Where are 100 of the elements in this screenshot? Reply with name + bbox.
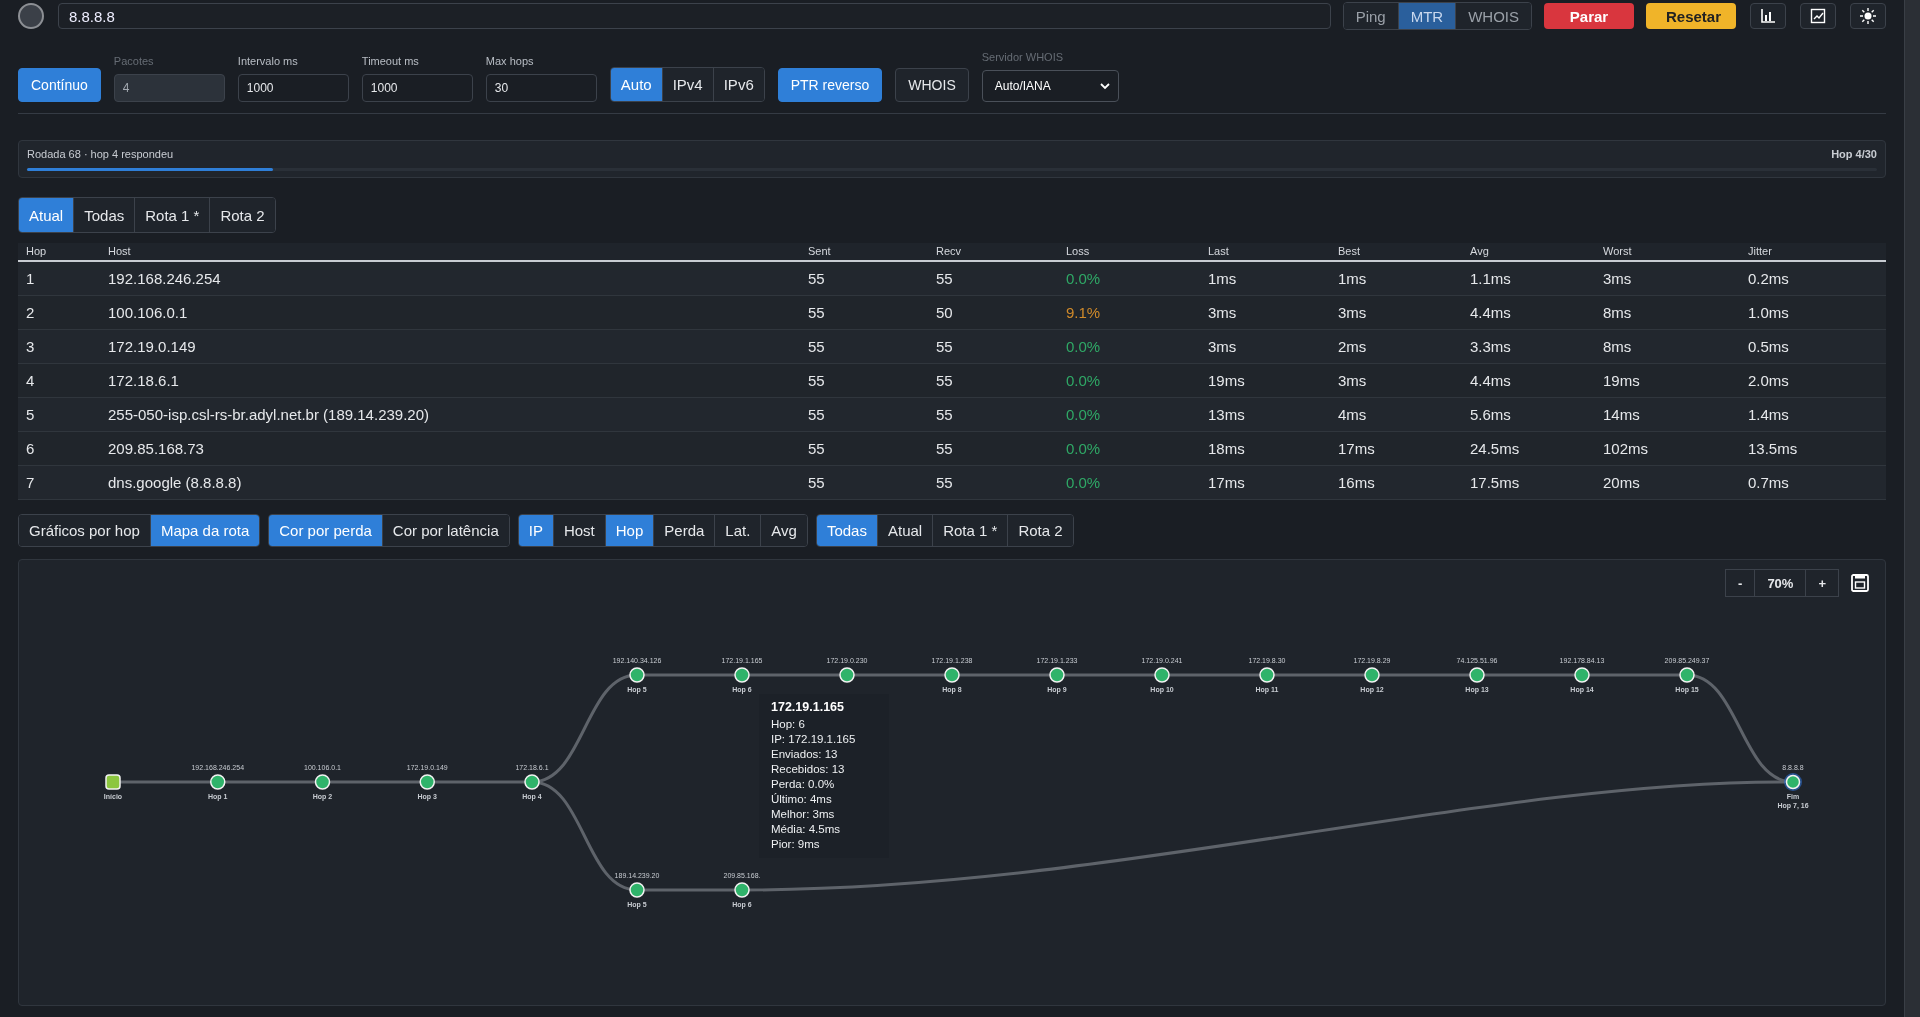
view-option[interactable]: IP bbox=[518, 515, 554, 546]
column-header[interactable]: Last bbox=[1200, 243, 1330, 260]
number-input[interactable]: 1000 bbox=[361, 74, 473, 102]
hop-node[interactable] bbox=[524, 774, 540, 790]
brightness-icon[interactable] bbox=[1850, 3, 1886, 29]
view-option[interactable]: Avg bbox=[761, 515, 807, 546]
table-cell-text: 100.106.0.1 bbox=[107, 304, 189, 321]
table-cell-text: 3ms bbox=[1337, 372, 1368, 389]
number-input[interactable]: 1000 bbox=[237, 74, 349, 102]
tooltip-line: Melhor: 3ms bbox=[771, 808, 836, 820]
table-cell-text: 172.19.0.149 bbox=[107, 338, 197, 355]
view-option[interactable]: Atual bbox=[877, 515, 934, 546]
end-node[interactable] bbox=[1784, 773, 1802, 791]
column-header[interactable]: Best bbox=[1330, 243, 1462, 260]
table-cell-text: 50 bbox=[935, 304, 954, 321]
column-header[interactable]: Host bbox=[100, 243, 800, 260]
loss-cell-text: 0.0% bbox=[1065, 372, 1102, 389]
route-tab[interactable]: Rota 1 * bbox=[135, 198, 211, 232]
zoom-out-button[interactable]: - bbox=[1725, 569, 1756, 597]
column-header[interactable]: Hop bbox=[18, 243, 100, 260]
zoom-in-button[interactable]: + bbox=[1805, 569, 1839, 597]
view-option[interactable]: Host bbox=[553, 515, 606, 546]
hop-node[interactable] bbox=[1574, 667, 1590, 683]
table-cell-text: 3ms bbox=[1602, 270, 1633, 287]
ip-version-tab[interactable]: Auto bbox=[610, 68, 663, 101]
hop-node[interactable] bbox=[1049, 667, 1065, 683]
ip-version-tab[interactable]: IPv4 bbox=[662, 68, 714, 101]
table-cell-text: 19ms bbox=[1207, 372, 1246, 389]
hop-node[interactable] bbox=[839, 667, 855, 683]
bar-chart-icon[interactable] bbox=[1750, 3, 1786, 29]
tooltip-line: Último: 4ms bbox=[771, 793, 833, 805]
tooltip-title: 172.19.1.165 bbox=[771, 700, 845, 714]
progress-reading: Hop 4/30 bbox=[1831, 148, 1877, 160]
view-option[interactable]: Todas bbox=[816, 515, 878, 546]
view-option[interactable]: Hop bbox=[605, 515, 655, 546]
table-cell-text: 55 bbox=[807, 270, 826, 287]
column-header[interactable]: Recv bbox=[928, 243, 1058, 260]
table-cell-text: 17ms bbox=[1207, 474, 1246, 491]
tooltip-line: Média: 4.5ms bbox=[771, 823, 842, 835]
view-option[interactable]: Gráficos por hop bbox=[19, 515, 151, 546]
route-tab[interactable]: Atual bbox=[19, 198, 75, 232]
table-cell-text: 8ms bbox=[1602, 304, 1633, 321]
view-option[interactable]: Mapa da rota bbox=[150, 515, 260, 546]
table-cell-text: 2ms bbox=[1337, 338, 1368, 355]
view-option[interactable]: Rota 2 bbox=[1008, 515, 1073, 546]
hop-node[interactable] bbox=[1469, 667, 1485, 683]
action-button[interactable]: Resetar bbox=[1646, 3, 1736, 29]
hop-node[interactable] bbox=[1364, 667, 1380, 683]
table-cell-text: 8ms bbox=[1602, 338, 1633, 355]
caret-icon bbox=[1099, 82, 1110, 90]
number-input[interactable]: 30 bbox=[485, 74, 597, 102]
view-option[interactable]: Cor por latência bbox=[382, 515, 509, 546]
column-header[interactable]: Avg bbox=[1462, 243, 1595, 260]
table-cell-text: 5 bbox=[25, 406, 36, 423]
column-header[interactable]: Worst bbox=[1595, 243, 1740, 260]
table-cell-text: 1ms bbox=[1207, 270, 1238, 287]
start-node[interactable] bbox=[105, 774, 121, 790]
target-input[interactable]: 8.8.8.8 bbox=[58, 3, 1331, 29]
view-option[interactable]: Perda bbox=[654, 515, 716, 546]
hop-node[interactable] bbox=[629, 882, 645, 898]
table-cell-text: 55 bbox=[935, 270, 954, 287]
mode-tab[interactable]: MTR bbox=[1398, 3, 1457, 29]
loss-cell-text: 0.0% bbox=[1065, 270, 1102, 287]
table-cell-text: 55 bbox=[807, 474, 826, 491]
toggle-button[interactable]: PTR reverso bbox=[777, 68, 883, 102]
table-cell-text: 4.4ms bbox=[1469, 304, 1512, 321]
route-tab[interactable]: Rota 2 bbox=[210, 198, 275, 232]
table-cell-text: 55 bbox=[807, 406, 826, 423]
toggle-button[interactable]: WHOIS bbox=[895, 68, 969, 102]
view-option[interactable]: Rota 1 * bbox=[933, 515, 1009, 546]
action-button[interactable]: Parar bbox=[1544, 3, 1634, 29]
continuous-toggle[interactable]: Contínuo bbox=[18, 68, 101, 102]
table-cell-text: 1.4ms bbox=[1747, 406, 1790, 423]
hop-node[interactable] bbox=[210, 774, 226, 790]
hop-node[interactable] bbox=[629, 667, 645, 683]
table-cell-text: 6 bbox=[25, 440, 36, 457]
view-option[interactable]: Cor por perda bbox=[269, 515, 383, 546]
hop-node[interactable] bbox=[944, 667, 960, 683]
ip-version-tab[interactable]: IPv6 bbox=[713, 68, 764, 101]
hop-node[interactable] bbox=[1154, 667, 1170, 683]
table-cell-text: 0.5ms bbox=[1747, 338, 1790, 355]
route-tab[interactable]: Todas bbox=[74, 198, 136, 232]
hop-node[interactable] bbox=[419, 774, 435, 790]
hop-node[interactable] bbox=[734, 882, 750, 898]
table-cell-text: 192.168.246.254 bbox=[107, 270, 222, 287]
mode-tab[interactable]: Ping bbox=[1343, 3, 1399, 29]
table-cell-text: 16ms bbox=[1337, 474, 1376, 491]
tooltip-line: Recebidos: 13 bbox=[771, 763, 846, 775]
logo-icon bbox=[18, 3, 44, 29]
hop-node[interactable] bbox=[1259, 667, 1275, 683]
tooltip-line: Enviados: 13 bbox=[771, 748, 839, 760]
column-header[interactable]: Jitter bbox=[1740, 243, 1886, 260]
hop-node[interactable] bbox=[734, 667, 750, 683]
view-option[interactable]: Lat. bbox=[715, 515, 762, 546]
hop-node[interactable] bbox=[314, 774, 331, 790]
mode-tab[interactable]: WHOIS bbox=[1456, 3, 1531, 29]
column-header[interactable]: Loss bbox=[1058, 243, 1200, 260]
table-cell-text: 3ms bbox=[1207, 304, 1238, 321]
column-header[interactable]: Sent bbox=[800, 243, 928, 260]
hop-node[interactable] bbox=[1679, 667, 1695, 683]
